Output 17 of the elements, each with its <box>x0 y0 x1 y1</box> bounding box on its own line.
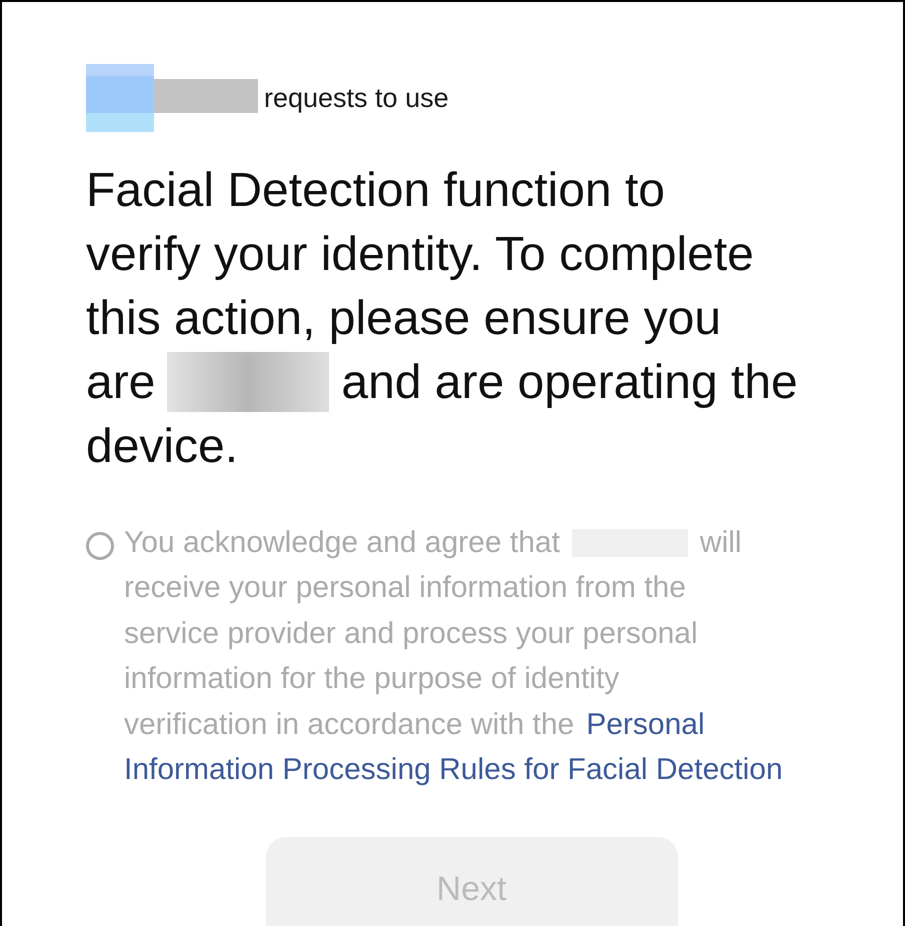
consent-text: receive your personal information from the <box>124 571 686 606</box>
consent-text: will <box>700 526 742 560</box>
heading-text: verify your identity. To complete <box>86 226 754 282</box>
rules-link[interactable]: Information Processing Rules for Facial Detection <box>124 753 783 788</box>
heading-text: this action, please ensure you <box>86 290 722 346</box>
heading-text: device. <box>86 418 238 474</box>
heading-text: are <box>86 354 156 410</box>
consent-text: You acknowledge and agree that <box>124 526 560 560</box>
consent-text: verification in accordance with the <box>124 708 574 742</box>
rules-link[interactable]: Personal <box>586 708 705 742</box>
redacted-logo <box>86 64 154 132</box>
heading-text: Facial Detection function to <box>86 162 665 218</box>
consent-text: information for the purpose of identity <box>124 662 620 696</box>
consent-radio[interactable] <box>86 532 114 560</box>
heading-text: and are operating the <box>341 354 798 410</box>
request-text: requests to use <box>264 82 449 114</box>
consent-text: service provider and process your personal <box>124 616 698 651</box>
